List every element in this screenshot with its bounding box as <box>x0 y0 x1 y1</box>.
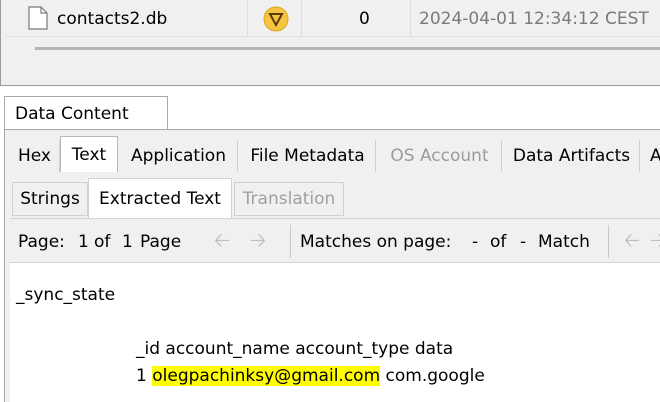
match-total: - <box>520 231 527 252</box>
tab-data-artifacts[interactable]: Data Artifacts <box>504 140 640 172</box>
count-cell: 0 <box>359 8 370 29</box>
timestamp-cell: 2024-04-01 12:34:12 CEST <box>419 8 649 29</box>
previous-match-arrow-icon[interactable]: 🡠 <box>620 228 644 255</box>
data-content-tab[interactable]: Data Content <box>4 96 168 130</box>
column-divider <box>301 0 302 37</box>
text-line: 1 olegpachinksy@gmail.com com.google <box>136 366 485 386</box>
text-line: _id account_name account_type data <box>136 339 454 359</box>
file-table: contacts2.db 0 2024-04-01 12:34:12 CEST <box>0 0 660 86</box>
file-row[interactable]: contacts2.db 0 2024-04-01 12:34:12 CEST <box>5 0 660 37</box>
tab-text[interactable]: Text <box>60 136 118 172</box>
page-label: Page: <box>18 231 65 252</box>
page-current: 1 <box>78 231 89 252</box>
subtab-extracted-text[interactable]: Extracted Text <box>88 178 232 218</box>
tab-application[interactable]: Application <box>120 140 238 172</box>
match-word: Match <box>538 231 590 252</box>
previous-page-arrow-icon[interactable]: 🡠 <box>210 228 234 255</box>
matches-label: Matches on page: <box>300 231 452 252</box>
search-highlight: olegpachinksy@gmail.com <box>152 366 381 386</box>
next-page-arrow-icon[interactable]: 🡢 <box>246 228 270 255</box>
tab-file-metadata[interactable]: File Metadata <box>240 140 376 172</box>
page-of: of <box>94 231 111 252</box>
tab-os-account: OS Account <box>378 140 502 172</box>
warning-triangle-icon <box>263 6 289 32</box>
subtab-translation: Translation <box>234 182 344 216</box>
column-divider <box>410 0 411 37</box>
text-prefix: 1 <box>136 366 153 386</box>
text-toolbar: Page: 1 of 1 Page 🡠 🡢 Matches on page: -… <box>10 218 660 263</box>
toolbar-divider <box>608 225 609 258</box>
file-name: contacts2.db <box>57 8 168 29</box>
page-word: Page <box>140 231 182 252</box>
file-icon <box>28 6 48 30</box>
match-current: - <box>472 231 479 252</box>
extracted-text-content[interactable]: _sync_state _id account_name account_typ… <box>10 263 660 402</box>
page-total: 1 <box>122 231 133 252</box>
next-match-arrow-icon[interactable]: 🡢 <box>650 231 660 255</box>
match-of: of <box>490 231 507 252</box>
toolbar-divider <box>290 225 291 258</box>
column-divider <box>247 0 248 37</box>
horizontal-scrollbar[interactable] <box>35 47 660 50</box>
subtab-strings[interactable]: Strings <box>12 182 88 216</box>
tab-hex[interactable]: Hex <box>10 140 60 172</box>
tab-overflow[interactable]: A <box>642 140 660 172</box>
text-suffix: com.google <box>380 366 485 386</box>
text-line: _sync_state <box>16 285 116 305</box>
